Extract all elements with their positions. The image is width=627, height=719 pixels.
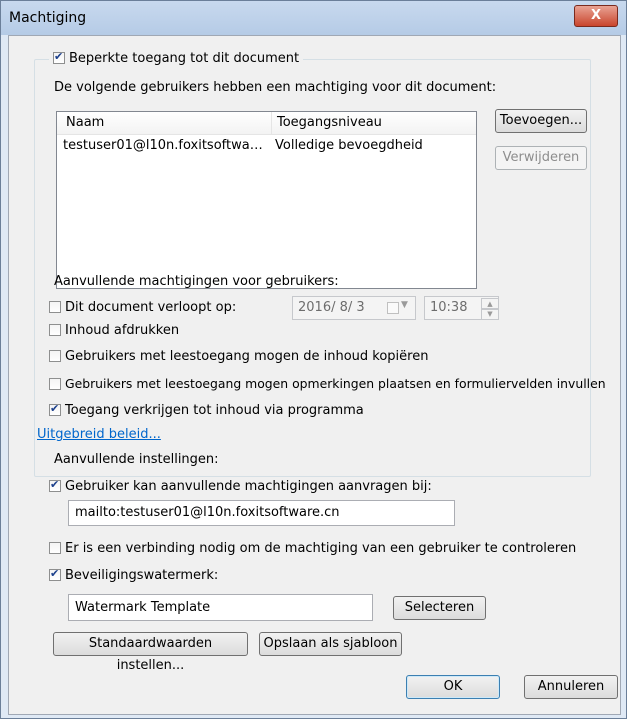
expiry-date-value: 2016/ 8/ 3	[298, 300, 365, 315]
restrict-checkbox-row[interactable]: Beperkte toegang tot dit document	[49, 50, 304, 66]
title-bar: Machtiging X	[1, 1, 626, 35]
expiry-time-field[interactable]: 10:38 ▲ ▼	[424, 296, 499, 320]
remove-user-button[interactable]: Verwijderen	[495, 146, 587, 170]
users-intro: De volgende gebruikers hebben een machti…	[54, 80, 497, 95]
watermark-label: Beveiligingswatermerk:	[65, 568, 219, 583]
expires-checkbox[interactable]	[49, 301, 61, 313]
advanced-policy-link[interactable]: Uitgebreid beleid...	[37, 427, 161, 442]
users-list-header: Naam Toegangsniveau	[57, 112, 476, 135]
ok-button[interactable]: OK	[406, 675, 500, 699]
request-email-input[interactable]: mailto:testuser01@l10n.foxitsoftware.cn	[68, 500, 455, 526]
connection-checkbox[interactable]	[49, 542, 61, 554]
spin-down-icon[interactable]: ▼	[481, 308, 499, 320]
print-checkbox-row[interactable]: Inhoud afdrukken	[49, 323, 179, 338]
request-label: Gebruiker kan aanvullende machtigingen a…	[65, 479, 432, 494]
chevron-down-icon: ▼	[401, 300, 408, 310]
user-name-cell: testuser01@l10n.foxitsoftware.cn	[63, 138, 267, 153]
column-level[interactable]: Toegangsniveau	[277, 115, 382, 130]
comment-checkbox-row[interactable]: Gebruikers met leestoegang mogen opmerki…	[49, 376, 606, 392]
extra-permissions-title: Aanvullende machtigingen voor gebruikers…	[54, 274, 339, 289]
select-watermark-button[interactable]: Selecteren	[393, 596, 486, 620]
expires-checkbox-row[interactable]: Dit document verloopt op:	[49, 300, 236, 315]
column-divider	[271, 112, 272, 134]
window-title: Machtiging	[9, 10, 87, 26]
dialog-window: Machtiging X Beperkte toegang tot dit do…	[0, 0, 627, 719]
users-list[interactable]: Naam Toegangsniveau testuser01@l10n.foxi…	[56, 111, 477, 289]
watermark-template-value: Watermark Template	[75, 600, 211, 615]
expiry-date-picker[interactable]: 2016/ 8/ 3 ▼	[292, 296, 416, 320]
set-defaults-button[interactable]: Standaardwaarden instellen...	[53, 632, 248, 673]
watermark-template-input[interactable]: Watermark Template	[68, 594, 373, 621]
copy-label: Gebruikers met leestoegang mogen de inho…	[65, 349, 429, 364]
print-checkbox[interactable]	[49, 324, 61, 336]
table-row[interactable]: testuser01@l10n.foxitsoftware.cn Volledi…	[57, 136, 476, 156]
program-access-label: Toegang verkrijgen tot inhoud via progra…	[65, 403, 364, 418]
copy-checkbox[interactable]	[49, 350, 61, 362]
request-email-value: mailto:testuser01@l10n.foxitsoftware.cn	[75, 505, 340, 520]
program-access-checkbox-row[interactable]: Toegang verkrijgen tot inhoud via progra…	[49, 402, 364, 418]
expiry-time-value: 10:38	[430, 300, 468, 315]
request-checkbox-row[interactable]: Gebruiker kan aanvullende machtigingen a…	[49, 478, 432, 494]
calendar-icon	[387, 302, 399, 314]
program-access-checkbox[interactable]	[49, 402, 61, 416]
comment-checkbox[interactable]	[49, 378, 61, 390]
cancel-button[interactable]: Annuleren	[524, 675, 618, 699]
extra-settings-title: Aanvullende instellingen:	[54, 452, 219, 467]
add-user-button[interactable]: Toevoegen...	[495, 109, 587, 133]
close-button[interactable]: X	[574, 5, 618, 27]
save-template-button[interactable]: Opslaan als sjabloon	[259, 632, 402, 656]
request-checkbox[interactable]	[49, 478, 61, 492]
column-name[interactable]: Naam	[66, 115, 104, 130]
restrict-checkbox[interactable]	[53, 50, 65, 64]
connection-checkbox-row[interactable]: Er is een verbinding nodig om de machtig…	[49, 541, 576, 556]
restrict-label: Beperkte toegang tot dit document	[69, 51, 300, 66]
dialog-body: Beperkte toegang tot dit document De vol…	[8, 35, 621, 715]
user-level-cell: Volledige bevoegdheid	[275, 138, 423, 153]
comment-label: Gebruikers met leestoegang mogen opmerki…	[65, 376, 606, 391]
watermark-checkbox-row[interactable]: Beveiligingswatermerk:	[49, 567, 219, 583]
watermark-checkbox[interactable]	[49, 567, 61, 581]
expires-label: Dit document verloopt op:	[65, 300, 237, 315]
copy-checkbox-row[interactable]: Gebruikers met leestoegang mogen de inho…	[49, 349, 428, 364]
connection-label: Er is een verbinding nodig om de machtig…	[65, 541, 577, 556]
print-label: Inhoud afdrukken	[65, 323, 180, 338]
